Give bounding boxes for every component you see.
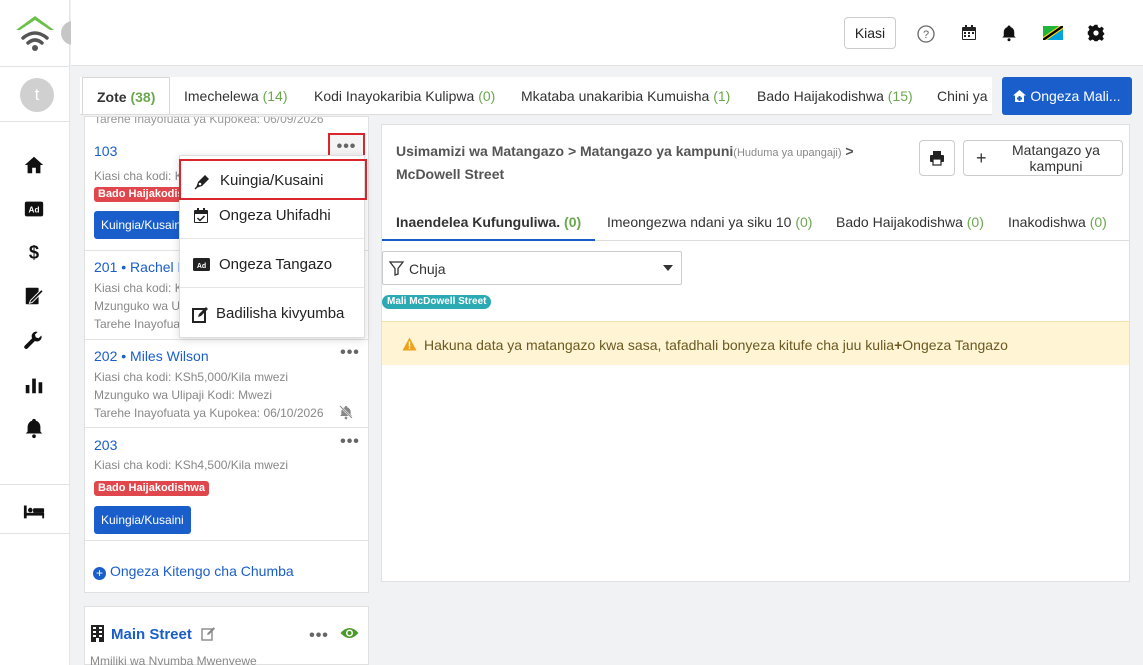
more-options-button[interactable]: ••• xyxy=(340,345,360,362)
unit-rent: Kiasi cha kodi: K xyxy=(94,281,183,295)
tab-in-progress[interactable]: Inaendelea Kufunguliwa. (0) xyxy=(382,203,596,241)
calendar-check-icon xyxy=(193,208,210,225)
kiasi-button[interactable]: Kiasi xyxy=(844,17,896,49)
flag-icon[interactable] xyxy=(1043,26,1063,46)
help-icon[interactable]: ? xyxy=(916,24,936,44)
sidebar-divider xyxy=(0,484,70,485)
filter-icon xyxy=(388,261,405,276)
unit-rent: Kiasi cha kodi: KSh5,000/Kila mwezi xyxy=(94,370,289,384)
pen-icon xyxy=(194,173,211,190)
status-badge: Bado Haijakodishwa xyxy=(94,481,209,496)
tab-under[interactable]: Chini ya I xyxy=(937,77,992,114)
svg-text:$: $ xyxy=(29,241,39,262)
add-unit-link[interactable]: + Ongeza Kitengo cha Chumba xyxy=(93,563,294,580)
property-tag[interactable]: Mali McDowell Street xyxy=(382,295,492,309)
ad-icon: Ad xyxy=(193,257,210,274)
edit-icon[interactable] xyxy=(201,626,216,641)
check-in-button[interactable]: Kuingia/Kusaini xyxy=(94,506,191,534)
unit-cycle: Mzunguko wa Ulipaji Kodi: Mwezi xyxy=(94,388,273,402)
tab-not-rented[interactable]: Bado Haijakodishwa (0) xyxy=(836,203,984,241)
tab-rent-due-soon[interactable]: Kodi Inayokaribia Kulipwa (0) xyxy=(314,77,495,114)
building-owner: Mmiliki wa Nyumba Mwenyewe xyxy=(90,654,257,665)
unit-name[interactable]: 203 xyxy=(94,437,117,453)
menu-item-add-ad[interactable]: Ad Ongeza Tangazo xyxy=(180,242,364,288)
ads-panel: Usimamizi wa Matangazo > Matangazo ya ka… xyxy=(381,124,1130,582)
gear-icon[interactable] xyxy=(1087,24,1107,44)
company-ads-button[interactable]: + Matangazo ya kampuni xyxy=(963,140,1123,176)
add-property-button[interactable]: Ongeza Mali... xyxy=(1002,77,1132,115)
add-ad-link[interactable]: Ongeza Tangazo xyxy=(902,337,1008,353)
check-in-button[interactable]: Kuingia/Kusaini xyxy=(94,211,191,239)
status-tabs: Zote (38) Imechelewa (14) Kodi Inayokari… xyxy=(80,77,992,115)
eye-icon[interactable] xyxy=(340,626,359,640)
menu-item-edit-room[interactable]: Badilisha kivyumba xyxy=(180,291,364,337)
unit-cycle: Mzunguko wa U xyxy=(94,299,181,313)
tab-overdue[interactable]: Imechelewa (14) xyxy=(184,77,288,114)
top-header: Kiasi ? xyxy=(71,0,1143,66)
ads-status-tabs: Inaendelea Kufunguliwa. (0) Imeongezwa n… xyxy=(382,203,1129,241)
ad-icon[interactable]: Ad xyxy=(23,198,47,222)
sidebar-divider xyxy=(0,533,70,534)
filter-select[interactable]: Chuja xyxy=(382,251,682,285)
unit-name[interactable]: 103 xyxy=(94,143,117,159)
unit-next-date: Tarehe Inayofuata xyxy=(94,317,191,331)
unit-card-203: 203 ••• Kiasi cha kodi: KSh4,500/Kila mw… xyxy=(85,428,368,541)
avatar[interactable]: t xyxy=(20,78,54,112)
building-icon xyxy=(90,625,105,642)
lease-sign-icon[interactable] xyxy=(23,285,47,309)
unit-next-date: Tarehe Inayofuata ya Kupokea: 06/10/2026 xyxy=(94,406,324,420)
breadcrumb: Usimamizi wa Matangazo > Matangazo ya ka… xyxy=(396,143,854,182)
building-card: Main Street ••• Mmiliki wa Nyumba Mwenye… xyxy=(84,606,369,665)
svg-text:?: ? xyxy=(923,29,929,41)
sidebar: t Ad $ xyxy=(0,0,70,665)
print-icon xyxy=(930,151,944,166)
svg-text:Ad: Ad xyxy=(29,206,40,215)
menu-item-add-booking[interactable]: Ongeza Uhifadhi xyxy=(180,193,364,239)
wrench-icon[interactable] xyxy=(23,330,47,354)
logo-icon[interactable] xyxy=(14,12,56,54)
tab-all[interactable]: Zote (38) xyxy=(82,77,171,114)
breadcrumb-current: McDowell Street xyxy=(396,166,505,182)
svg-text:Ad: Ad xyxy=(197,263,206,270)
sidebar-divider xyxy=(0,66,70,67)
more-options-button[interactable]: ••• xyxy=(309,628,329,645)
print-button[interactable] xyxy=(919,140,955,176)
sidebar-divider xyxy=(0,121,70,122)
empty-state-alert: Hakuna data ya matangazo kwa sasa, tafad… xyxy=(382,321,1129,365)
chevron-down-icon xyxy=(663,265,673,271)
bed-icon[interactable] xyxy=(23,500,47,524)
home-icon[interactable] xyxy=(23,154,47,178)
unit-name[interactable]: 201 • Rachel R xyxy=(94,259,188,275)
bell-slash-icon[interactable] xyxy=(338,404,354,420)
warning-icon xyxy=(402,337,417,351)
chart-icon[interactable] xyxy=(23,374,47,398)
building-name[interactable]: Main Street xyxy=(111,626,192,643)
breadcrumb-item[interactable]: Usimamizi wa Matangazo xyxy=(396,143,564,159)
unit-name[interactable]: 202 • Miles Wilson xyxy=(94,348,209,364)
edit-icon xyxy=(192,306,209,323)
unit-card-202: 202 • Miles Wilson ••• Kiasi cha kodi: K… xyxy=(85,340,368,428)
calendar-icon[interactable] xyxy=(960,24,980,44)
tab-added-10-days[interactable]: Imeongezwa ndani ya siku 10 (0) xyxy=(607,203,812,241)
unit-actions-menu: Kuingia/Kusaini Ongeza Uhifadhi Ad Ongez… xyxy=(179,155,367,338)
dollar-icon[interactable]: $ xyxy=(23,241,47,265)
tab-rented[interactable]: Inakodishwa (0) xyxy=(1008,203,1107,241)
tab-lease-expiring[interactable]: Mkataba unakaribia Kumuisha (1) xyxy=(521,77,730,114)
more-options-button[interactable]: ••• xyxy=(340,434,360,451)
plus-circle-icon: + xyxy=(93,567,106,580)
plus-icon: + xyxy=(976,148,987,168)
home-plus-icon xyxy=(1013,90,1027,102)
bell-icon[interactable] xyxy=(23,417,47,441)
unit-next-date: Tarehe Inayofuata ya Kupokea: 06/09/2026 xyxy=(94,116,324,126)
tab-vacant[interactable]: Bado Haijakodishwa (15) xyxy=(757,77,913,114)
breadcrumb-item[interactable]: Matangazo ya kampuni xyxy=(580,143,733,159)
bell-icon[interactable] xyxy=(1000,24,1020,44)
unit-rent: Kiasi cha kodi: KSh4,500/Kila mwezi xyxy=(94,458,289,472)
